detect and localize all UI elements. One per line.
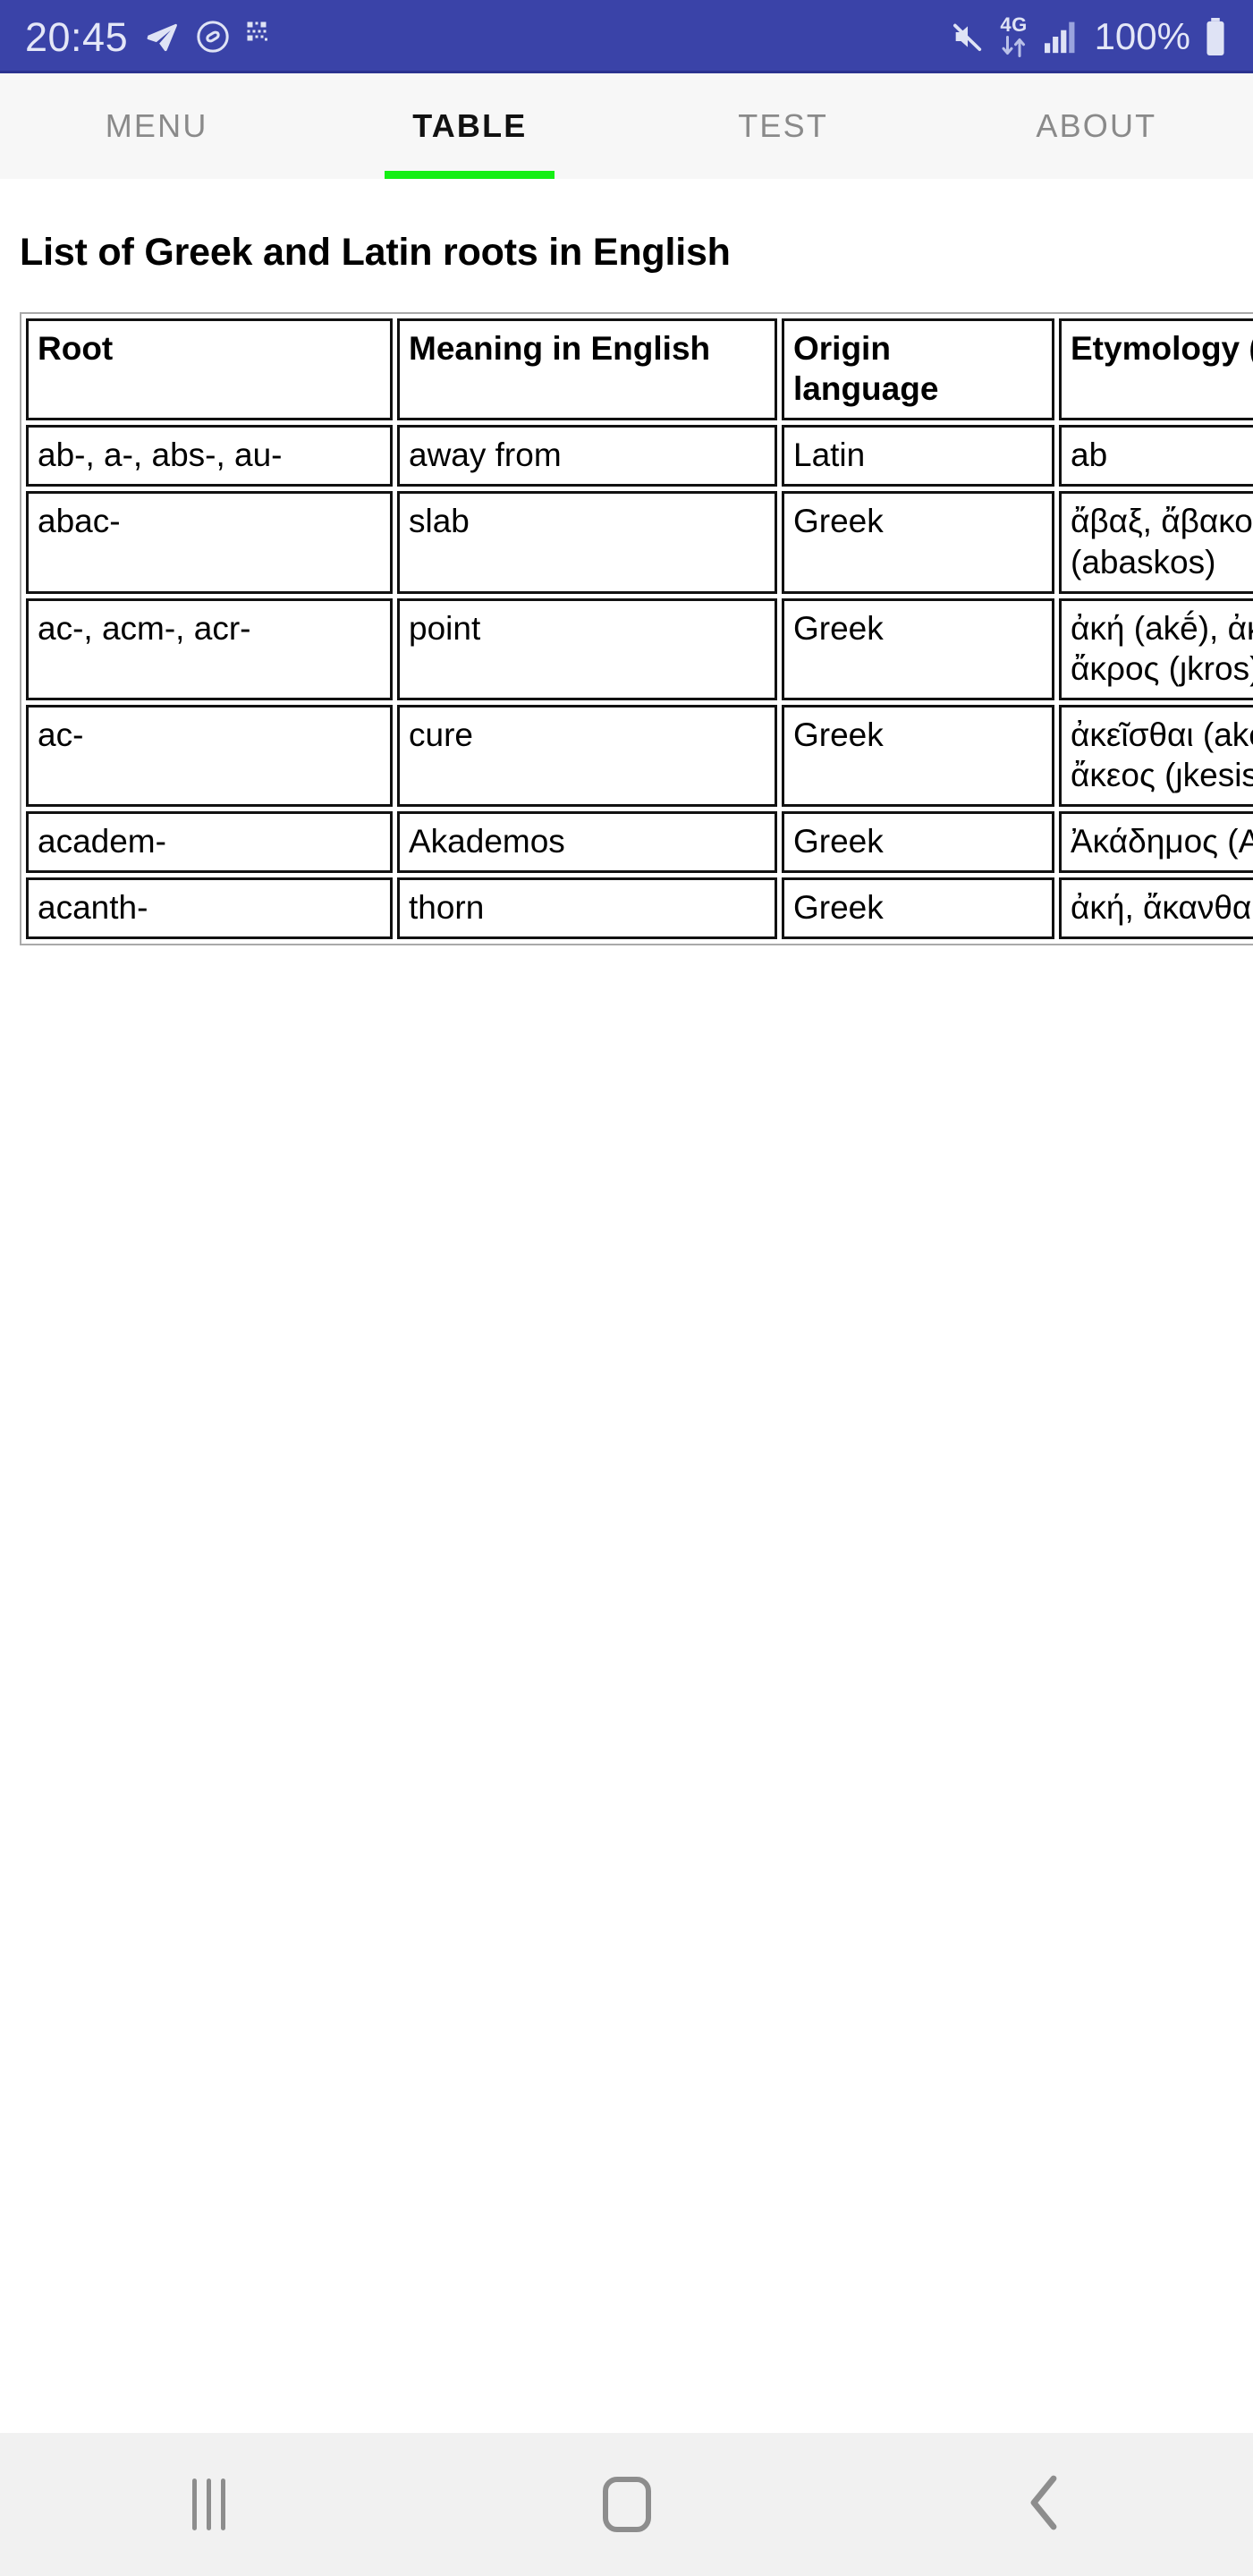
cell-etymology: ἄβαξ, ἄβακος (ȷbaks, ȷbakos), ἀβακίσκος …: [1059, 491, 1253, 594]
cell-etymology: ab: [1059, 425, 1253, 487]
cell-origin: Greek: [782, 704, 1054, 808]
cell-etymology: ἀκεῖσθαι (akesthai), ἀκή (akḗ), ἄκεσις, …: [1059, 704, 1253, 808]
cell-meaning: away from: [397, 425, 777, 487]
cell-root: ac-, acm-, acr-: [26, 597, 393, 700]
tab-about[interactable]: ABOUT: [940, 73, 1253, 179]
column-header-etymology: Etymology (root origin): [1059, 318, 1253, 421]
cell-etymology: Ἀκάδημος (Akȷdēmos): [1059, 811, 1253, 874]
mute-icon: [950, 19, 986, 55]
status-bar: 20:45 4G 100%: [0, 0, 1253, 73]
cell-root: ac-: [26, 704, 393, 808]
tab-bar: MENU TABLE TEST ABOUT: [0, 73, 1253, 179]
tab-table-label: TABLE: [412, 107, 528, 144]
battery-percent-label: 100%: [1094, 15, 1190, 57]
table-row: ac-, acm-, acr- point Greek ἀκή (akḗ), ἀ…: [26, 597, 1253, 700]
cell-origin: Greek: [782, 877, 1054, 940]
tab-indicator-active: [385, 171, 555, 179]
network-label: 4G: [1000, 13, 1028, 36]
home-button[interactable]: [546, 2433, 707, 2576]
table-row: academ- Akademos Greek Ἀκάδημος (Akȷdēmo…: [26, 811, 1253, 874]
tab-menu[interactable]: MENU: [0, 73, 313, 179]
cell-origin: Latin: [782, 425, 1054, 487]
table-scroll-container[interactable]: Root Meaning in English Origin language …: [0, 312, 1253, 946]
cell-etymology: ἀκή (akḗ), ἀκίδος (akdos), ἀκμή (aknē), …: [1059, 597, 1253, 700]
cell-root: abac-: [26, 491, 393, 594]
cell-root: ab-, a-, abs-, au-: [26, 425, 393, 487]
table-row: abac- slab Greek ἄβαξ, ἄβακος (ȷbaks, ȷb…: [26, 491, 1253, 594]
column-header-root: Root: [26, 318, 393, 421]
cell-meaning: cure: [397, 704, 777, 808]
table-row: ab-, a-, abs-, au- away from Latin ab: [26, 425, 1253, 487]
shazam-icon: [196, 20, 230, 54]
status-bar-right: 4G 100%: [950, 15, 1228, 58]
table-header-row: Root Meaning in English Origin language …: [26, 318, 1253, 421]
phone-screen: 20:45 4G 100% MENU TABLE TEST ABOUT List…: [0, 0, 1253, 2576]
table-row: ac- cure Greek ἀκεῖσθαι (akesthai), ἀκή …: [26, 704, 1253, 808]
cell-origin: Greek: [782, 597, 1054, 700]
mobile-data-icon: 4G: [998, 15, 1030, 58]
cell-origin: Greek: [782, 811, 1054, 874]
status-bar-clock: 20:45: [25, 13, 129, 60]
cell-meaning: point: [397, 597, 777, 700]
status-bar-left: 20:45: [25, 17, 278, 57]
page-title: List of Greek and Latin roots in English: [20, 231, 731, 274]
content-area[interactable]: List of Greek and Latin roots in English…: [0, 179, 1253, 2433]
column-header-origin: Origin language: [782, 318, 1054, 421]
recents-button[interactable]: [129, 2433, 290, 2576]
android-navigation-bar: [0, 2433, 1253, 2576]
cell-meaning: slab: [397, 491, 777, 594]
column-header-meaning: Meaning in English: [397, 318, 777, 421]
telegram-icon: [144, 19, 180, 55]
roots-table: Root Meaning in English Origin language …: [20, 312, 1253, 946]
table-row: acanth- thorn Greek ἀκή, ἄκανθα (ȷkantha…: [26, 877, 1253, 940]
cell-meaning: thorn: [397, 877, 777, 940]
cell-meaning: Akademos: [397, 811, 777, 874]
back-button[interactable]: [964, 2433, 1125, 2576]
cell-root: acanth-: [26, 877, 393, 940]
tab-test-label: TEST: [738, 107, 829, 144]
tab-table[interactable]: TABLE: [313, 73, 626, 179]
tab-menu-label: MENU: [105, 107, 208, 144]
battery-icon: [1203, 18, 1228, 55]
cell-root: academ-: [26, 811, 393, 874]
tab-test[interactable]: TEST: [627, 73, 940, 179]
cell-origin: Greek: [782, 491, 1054, 594]
recents-icon: [192, 2479, 225, 2530]
qr-code-icon: [246, 21, 278, 53]
back-chevron-icon: [1021, 2473, 1068, 2537]
home-icon: [602, 2477, 651, 2532]
signal-bars-icon: [1043, 19, 1082, 55]
cell-etymology: ἀκή, ἄκανθα (ȷkantha): [1059, 877, 1253, 940]
tab-about-label: ABOUT: [1036, 107, 1157, 144]
